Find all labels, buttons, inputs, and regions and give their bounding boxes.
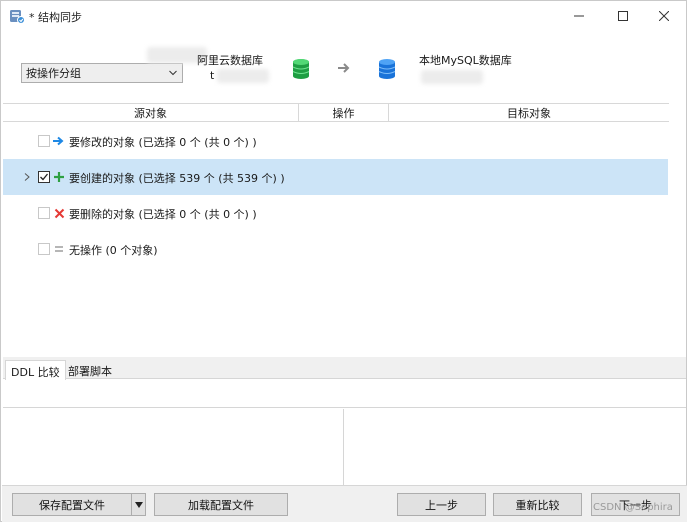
app-icon xyxy=(10,10,25,24)
modify-arrow-icon xyxy=(53,134,65,148)
ddl-target-pane[interactable] xyxy=(345,409,686,485)
group-by-select-value: 按操作分组 xyxy=(26,67,81,80)
tab-deploy-script[interactable]: 部署脚本 xyxy=(63,360,117,380)
group-label-modify: 要修改的对象 (已选择 0 个 (共 0 个) ) xyxy=(69,136,257,149)
target-connection-label: 本地MySQL数据库 xyxy=(419,54,512,67)
minimize-button[interactable] xyxy=(557,1,601,31)
group-row-delete[interactable]: 要删除的对象 (已选择 0 个 (共 0 个) ) xyxy=(3,195,668,231)
checkmark-icon xyxy=(40,173,49,181)
title-bar: * 结构同步 xyxy=(1,1,686,31)
maximize-icon xyxy=(618,11,628,21)
bottom-tab-strip: DDL 比较 部署脚本 xyxy=(3,357,686,380)
no-op-equals-icon xyxy=(53,242,65,256)
previous-step-button[interactable]: 上一步 xyxy=(397,493,486,516)
group-row-noop[interactable]: 无操作 (0 个对象) xyxy=(3,231,668,267)
group-by-select[interactable]: 按操作分组 xyxy=(21,63,183,83)
redacted-target-db xyxy=(421,70,483,84)
footer-bar: 保存配置文件 加载配置文件 上一步 重新比较 下一步 xyxy=(2,485,687,522)
group-label-delete: 要删除的对象 (已选择 0 个 (共 0 个) ) xyxy=(69,208,257,221)
caret-down-icon xyxy=(134,501,143,508)
tab-ddl-compare[interactable]: DDL 比较 xyxy=(5,360,66,380)
group-label-create: 要创建的对象 (已选择 539 个 (共 539 个) ) xyxy=(69,172,285,185)
column-header-operation[interactable]: 操作 xyxy=(299,104,389,121)
group-checkbox-modify[interactable] xyxy=(38,135,50,147)
struct-sync-window: * 结构同步 按操作分组 阿里云数据库 t 本地MySQL数据库 源对象 操作 … xyxy=(0,0,687,522)
source-database-name: t xyxy=(210,69,215,82)
ddl-source-pane[interactable] xyxy=(3,409,344,485)
load-config-button[interactable]: 加载配置文件 xyxy=(154,493,288,516)
watermark: CSDN @Sephira xyxy=(593,502,673,513)
group-checkbox-noop[interactable] xyxy=(38,243,50,255)
recompare-button[interactable]: 重新比较 xyxy=(493,493,582,516)
source-connection-label: 阿里云数据库 xyxy=(197,54,263,67)
group-checkbox-delete[interactable] xyxy=(38,207,50,219)
group-row-modify[interactable]: 要修改的对象 (已选择 0 个 (共 0 个) ) xyxy=(3,123,668,159)
create-plus-icon xyxy=(53,170,65,184)
minimize-icon xyxy=(574,15,584,17)
ddl-toolbar-area xyxy=(3,380,686,408)
column-header-source[interactable]: 源对象 xyxy=(3,104,299,121)
close-button[interactable] xyxy=(642,1,686,31)
group-label-noop: 无操作 (0 个对象) xyxy=(69,244,158,257)
save-config-button[interactable]: 保存配置文件 xyxy=(12,493,132,516)
window-title: * 结构同步 xyxy=(29,11,82,24)
redacted-source-db xyxy=(217,69,269,83)
right-arrow-icon xyxy=(338,63,350,73)
group-row-create[interactable]: 要创建的对象 (已选择 539 个 (共 539 个) ) xyxy=(3,159,668,195)
save-config-dropdown-button[interactable] xyxy=(131,493,146,516)
group-checkbox-create[interactable] xyxy=(38,171,50,183)
column-header-target[interactable]: 目标对象 xyxy=(389,104,669,121)
maximize-button[interactable] xyxy=(601,1,645,31)
green-database-icon xyxy=(292,59,310,79)
delete-x-icon xyxy=(53,206,65,220)
object-grid-header: 源对象 操作 目标对象 xyxy=(3,103,669,122)
chevron-down-icon xyxy=(169,70,177,76)
close-icon xyxy=(659,11,669,21)
blue-database-icon xyxy=(378,59,396,79)
chevron-right-icon[interactable] xyxy=(23,172,31,182)
